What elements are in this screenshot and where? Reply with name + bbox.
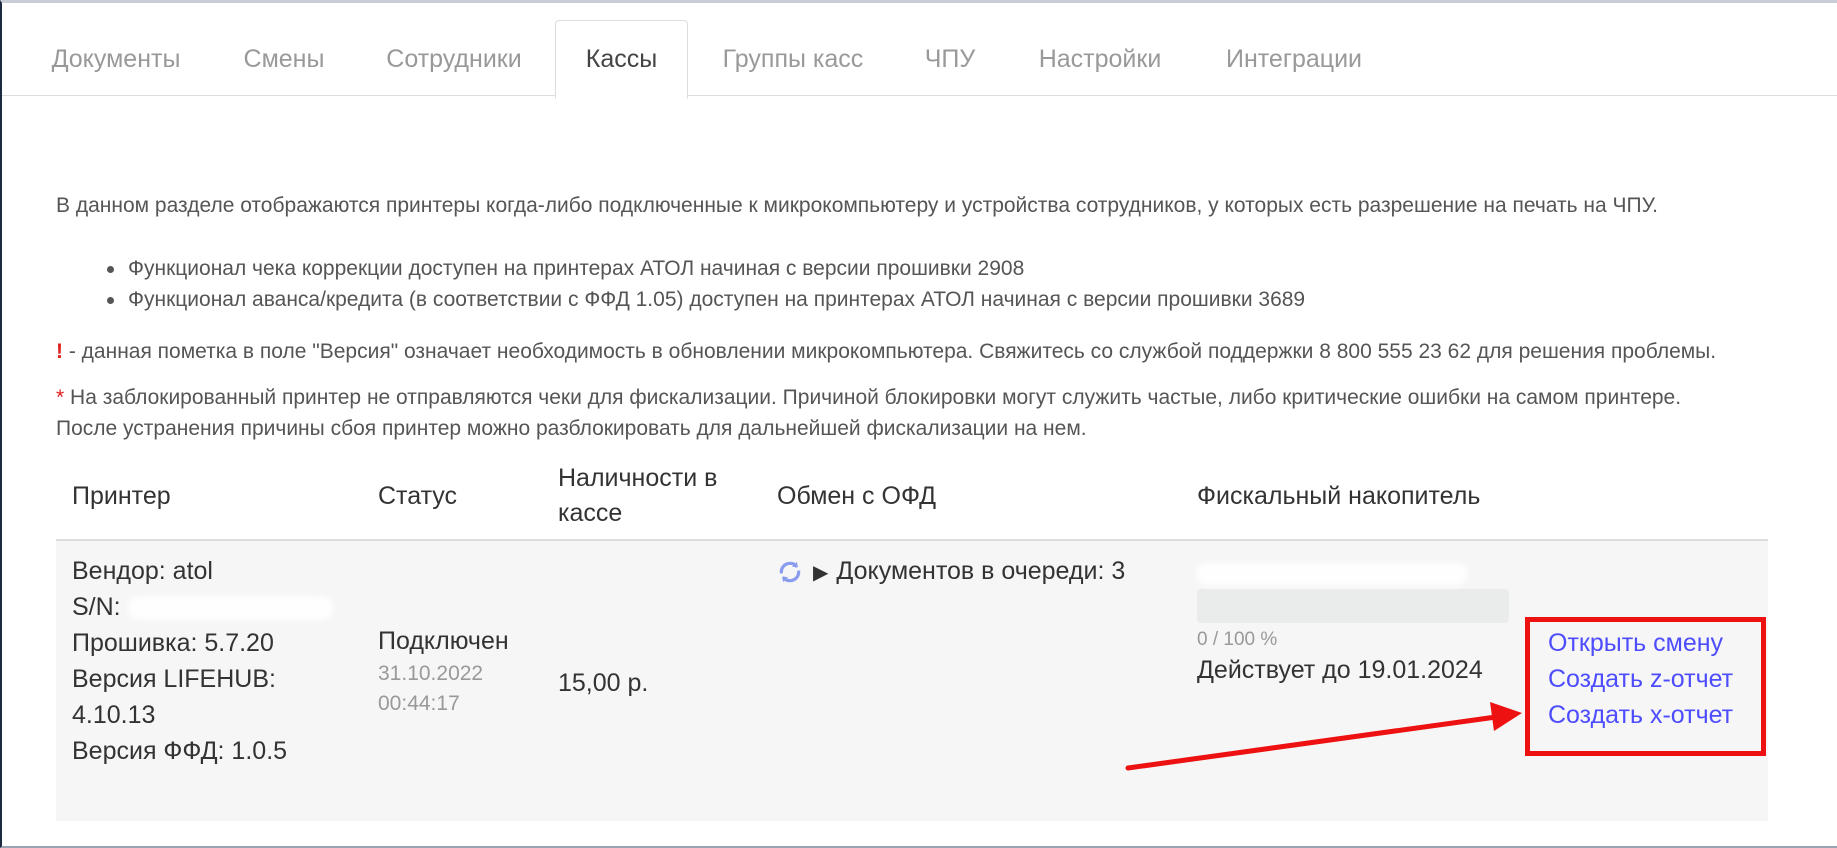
section-description: В данном разделе отображаются принтеры к… bbox=[56, 194, 1658, 217]
feature-notes-list: Функционал чека коррекции доступен на пр… bbox=[106, 253, 1305, 315]
tab-bar: Документы Смены Сотрудники Кассы Группы … bbox=[2, 3, 1837, 99]
column-header-printer: Принтер bbox=[72, 482, 171, 510]
fiscal-storage-serial bbox=[1197, 555, 1517, 586]
column-header-cash: Наличности в кассе bbox=[558, 461, 717, 531]
tab-documents[interactable]: Документы bbox=[36, 20, 196, 98]
tab-cash-registers[interactable]: Кассы bbox=[555, 20, 688, 99]
tab-settings[interactable]: Настройки bbox=[1026, 20, 1174, 98]
fn-progress-text: 0 / 100 % bbox=[1197, 629, 1278, 650]
blocked-note-line1: * На заблокированный принтер не отправля… bbox=[56, 382, 1681, 413]
blocked-note-text: На заблокированный принтер не отправляют… bbox=[64, 386, 1682, 409]
fn-serial-redacted bbox=[1197, 563, 1467, 586]
status-badge: Подключен bbox=[378, 627, 509, 655]
update-warning: ! - данная пометка в поле "Версия" означ… bbox=[56, 340, 1716, 364]
status-cell: Подключен 31.10.2022 00:44:17 bbox=[378, 623, 509, 719]
fiscal-storage-cell: 0 / 100 % Действует до 19.01.2024 bbox=[1197, 555, 1517, 685]
lifehub-version-value: 4.10.13 bbox=[72, 701, 156, 729]
serial-label: S/N: bbox=[72, 593, 121, 621]
tab-register-groups[interactable]: Группы касс bbox=[710, 20, 876, 98]
column-header-fiscal-storage: Фискальный накопитель bbox=[1197, 482, 1481, 510]
ofd-queue-text[interactable]: Документов в очереди: 3 bbox=[836, 557, 1125, 585]
printer-info: Вендор: atol S/N: Прошивка: 5.7.20 Верси… bbox=[72, 553, 333, 769]
fn-progress-bar bbox=[1197, 589, 1509, 623]
refresh-icon[interactable] bbox=[777, 559, 803, 585]
printer-serial: S/N: bbox=[72, 589, 333, 625]
table-row: Вендор: atol S/N: Прошивка: 5.7.20 Верси… bbox=[56, 541, 1768, 821]
list-item: Функционал чека коррекции доступен на пр… bbox=[106, 253, 1305, 284]
serial-redacted bbox=[127, 597, 333, 620]
update-warning-text: - данная пометка в поле "Версия" означае… bbox=[63, 340, 1717, 363]
highlight-box bbox=[1525, 617, 1766, 756]
blocked-printer-note: * На заблокированный принтер не отправля… bbox=[56, 382, 1681, 444]
fn-valid-until: Действует до 19.01.2024 bbox=[1197, 656, 1483, 684]
status-date: 31.10.2022 bbox=[378, 662, 484, 685]
list-item: Функционал аванса/кредита (в соответстви… bbox=[106, 284, 1305, 315]
ffd-version: Версия ФФД: 1.0.5 bbox=[72, 737, 288, 765]
cash-amount: 15,00 р. bbox=[558, 669, 649, 697]
column-header-ofd: Обмен с ОФД bbox=[777, 482, 937, 510]
expand-triangle-icon[interactable]: ▶ bbox=[813, 562, 828, 584]
printer-firmware: Прошивка: 5.7.20 bbox=[72, 629, 274, 657]
status-time: 00:44:17 bbox=[378, 692, 460, 715]
column-header-cash-line1: Наличности в bbox=[558, 464, 718, 492]
tab-shifts[interactable]: Смены bbox=[234, 20, 334, 98]
tab-integrations[interactable]: Интеграции bbox=[1214, 20, 1374, 98]
exclamation-icon: ! bbox=[56, 340, 63, 363]
tab-employees[interactable]: Сотрудники bbox=[374, 20, 534, 98]
ofd-exchange: ▶ Документов в очереди: 3 bbox=[777, 553, 1125, 591]
printer-vendor: Вендор: atol bbox=[72, 557, 213, 585]
lifehub-version-label: Версия LIFEHUB: bbox=[72, 665, 276, 693]
table-header: Принтер Статус Наличности в кассе Обмен … bbox=[56, 455, 1768, 541]
tab-chpu[interactable]: ЧПУ bbox=[914, 20, 986, 98]
asterisk-mark: * bbox=[56, 386, 65, 409]
blocked-note-line2: После устранения причины сбоя принтер мо… bbox=[56, 417, 1087, 440]
column-header-status: Статус bbox=[378, 482, 458, 510]
column-header-cash-line2: кассе bbox=[558, 499, 623, 527]
